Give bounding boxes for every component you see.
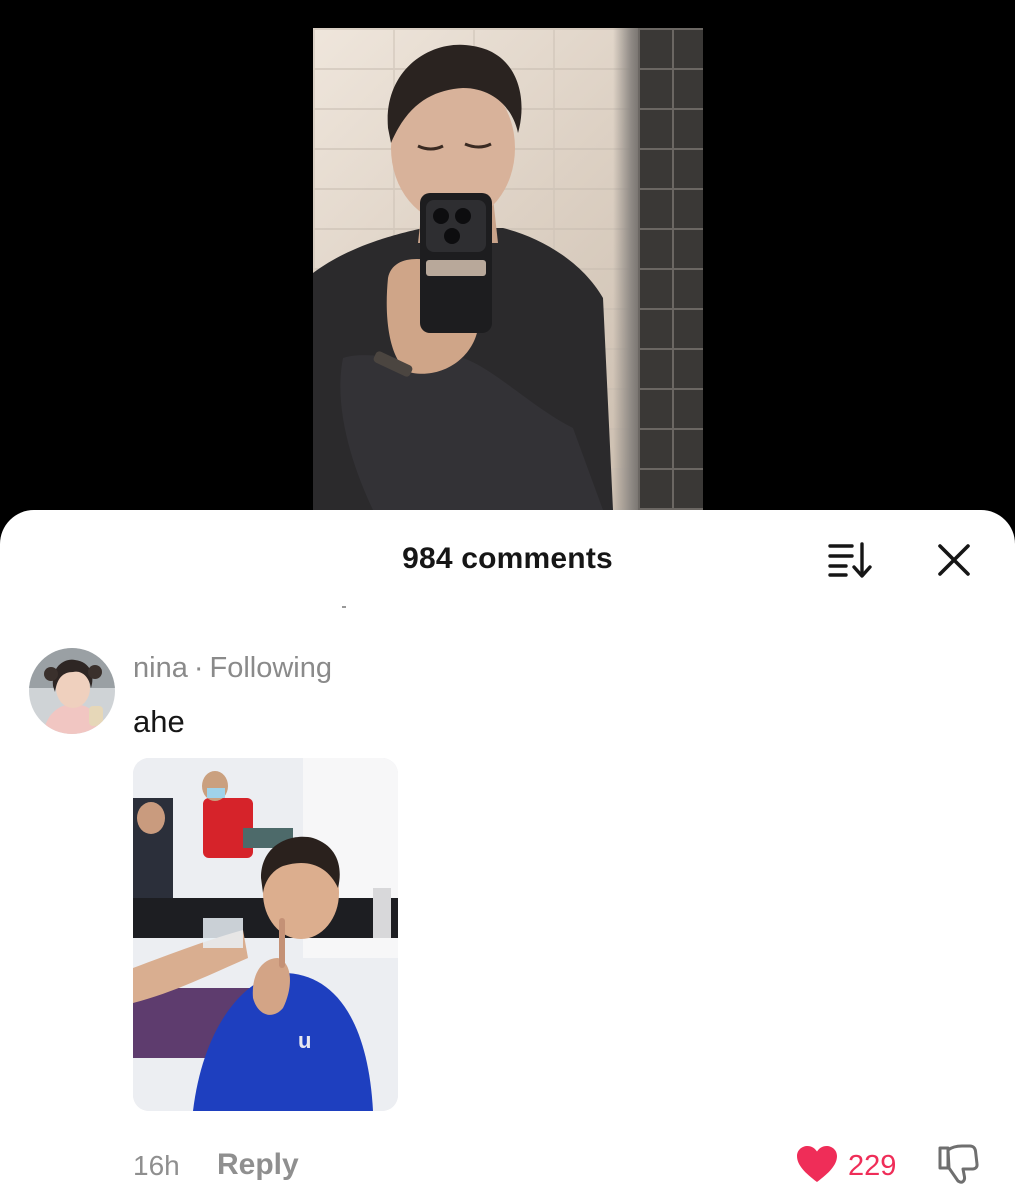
close-button[interactable] (932, 538, 976, 582)
reply-button[interactable]: Reply (217, 1148, 299, 1182)
comment-photo[interactable]: u (133, 758, 398, 1111)
comment-meta: nina · Following (133, 652, 332, 685)
comment-photo-image: u (133, 758, 398, 1111)
divider-dot (342, 606, 346, 608)
video-player[interactable] (0, 0, 1015, 540)
avatar[interactable] (29, 648, 115, 734)
close-icon (938, 544, 970, 576)
svg-text:u: u (298, 1028, 311, 1053)
sort-button[interactable] (826, 540, 874, 580)
comment-item: nina · Following ahe u 16h Reply 229 (0, 640, 1015, 1200)
comments-header: 984 comments (0, 510, 1015, 610)
username[interactable]: nina (133, 652, 188, 684)
meta-separator: · (193, 652, 204, 684)
video-frame[interactable] (313, 28, 703, 510)
person-mirror-selfie (313, 44, 613, 510)
dislike-button[interactable] (936, 1142, 980, 1186)
heart-icon (797, 1146, 837, 1182)
like-count: 229 (848, 1150, 897, 1182)
comments-sheet: 984 comments nina · Following ahe u 16h … (0, 510, 1015, 1200)
like-button[interactable]: 229 (795, 1142, 905, 1184)
comment-time: 16h (133, 1150, 180, 1181)
avatar-image (29, 648, 115, 734)
following-label: Following (209, 652, 333, 684)
sort-icon (828, 542, 872, 578)
thumbs-down-icon (938, 1144, 979, 1184)
comment-text: ahe (133, 704, 185, 739)
comment-footer: 16h Reply 229 (0, 1138, 1015, 1188)
